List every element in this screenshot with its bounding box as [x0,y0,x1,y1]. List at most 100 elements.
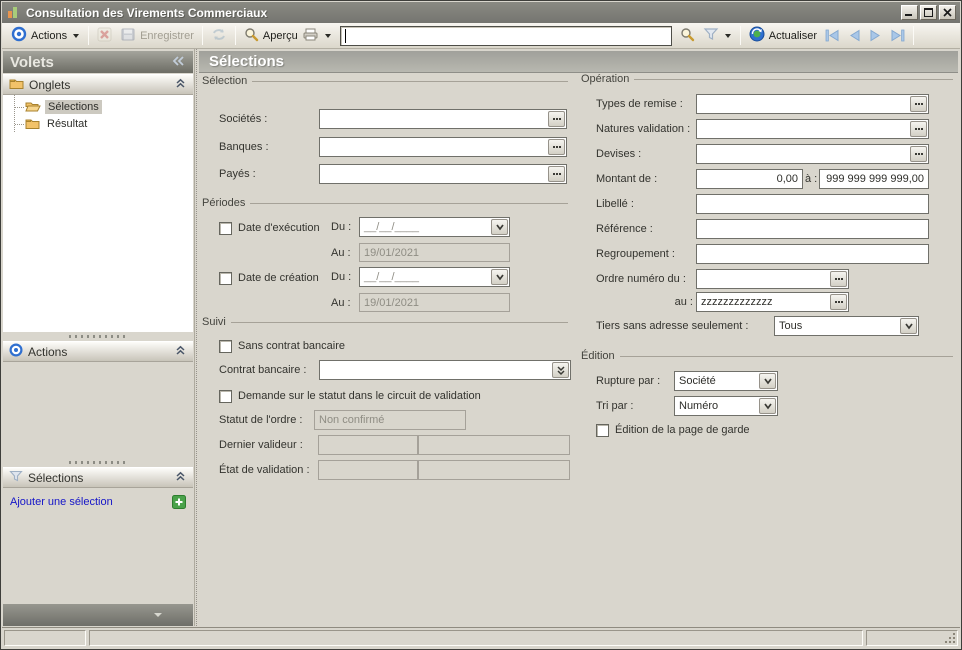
nav-first-button[interactable] [821,27,844,44]
devises-label: Devises : [596,148,642,160]
group-operation: Opération [581,73,953,85]
filter-icon [9,470,23,485]
refresh-button[interactable]: Actualiser [745,24,821,47]
maximize-button[interactable] [920,5,937,20]
ordre-au-label-row: au : [596,292,693,312]
devises-input[interactable] [696,144,929,164]
filter-button[interactable] [699,25,736,46]
libelle-input[interactable] [696,194,929,214]
date-creation-du-combo[interactable]: __/__/____ [359,267,510,287]
date-execution-du-combo[interactable]: __/__/____ [359,217,510,237]
du-label: Du : [331,221,352,233]
sidebar-splitter[interactable] [3,332,193,341]
rupture-combo[interactable]: Société [674,371,778,391]
sans-contrat-checkbox[interactable] [219,339,232,353]
date-creation-checkbox[interactable] [219,271,232,285]
resize-grip[interactable] [944,632,956,644]
ellipsis-icon [552,146,561,148]
ordre-du-input[interactable] [696,269,849,289]
search-button[interactable] [676,25,699,47]
combo-arrow-button[interactable] [900,318,917,334]
group-edition: Édition [581,350,953,362]
dernier-valideur-input-1 [318,435,418,455]
nav-prev-button[interactable] [844,27,865,44]
titlebar: Consultation des Virements Commerciaux [2,2,960,23]
regroupement-input[interactable] [696,244,929,264]
page-garde-checkbox[interactable] [596,423,609,437]
section-header-selections[interactable]: Sélections [3,467,193,488]
natures-browse-button[interactable] [910,121,927,137]
selections-section-label: Sélections [28,470,84,485]
date-execution-row: Date d'exécution [219,218,320,238]
sidebar-splitter[interactable] [3,458,193,467]
demande-statut-checkbox[interactable] [219,389,232,403]
reference-input[interactable] [696,219,929,239]
sync-button[interactable] [207,25,231,47]
combo-double-arrow-button[interactable] [552,362,569,378]
du-label: Du : [331,271,352,283]
devises-browse-button[interactable] [910,146,927,162]
group-line [230,321,568,323]
banques-browse-button[interactable] [548,139,565,155]
preview-label: Aperçu [262,29,298,42]
minimize-button[interactable] [901,5,918,20]
print-dropdown-icon[interactable] [324,30,332,42]
group-operation-label: Opération [581,73,630,85]
types-remise-input[interactable] [696,94,929,114]
tri-row: Tri par : [596,396,634,416]
search-box [339,25,672,46]
double-chevron-down-icon [556,365,565,375]
tiers-combo[interactable]: Tous [774,316,919,336]
page-title: Sélections [199,51,958,73]
types-remise-browse-button[interactable] [910,96,927,112]
search-input[interactable] [340,26,671,45]
ellipsis-icon [914,103,923,105]
banques-input[interactable] [319,137,567,157]
section-header-actions[interactable]: Actions [3,341,193,362]
payes-browse-button[interactable] [548,166,565,182]
collapse-panel-icon[interactable] [171,54,186,71]
combo-arrow-button[interactable] [491,269,508,285]
save-button[interactable]: Enregistrer [116,25,198,47]
contrat-combo[interactable] [319,360,571,380]
tree-item-selections[interactable]: Sélections [25,99,102,115]
collapse-section-icon[interactable] [174,78,187,92]
preview-button[interactable]: Aperçu [240,25,336,47]
tri-combo[interactable]: Numéro [674,396,778,416]
montant-max-input[interactable]: 999 999 999 999,00 [819,169,929,189]
collapse-section-icon[interactable] [174,471,187,485]
au-row: Au : [331,293,351,313]
chevron-down-icon [495,274,504,281]
ordre-du-browse-button[interactable] [830,271,847,287]
combo-arrow-button[interactable] [759,398,776,414]
libelle-label: Libellé : [596,198,634,210]
societes-browse-button[interactable] [548,111,565,127]
date-execution-checkbox[interactable] [219,221,232,235]
ordre-au-browse-button[interactable] [830,294,847,310]
add-selection-link[interactable]: Ajouter une sélection [10,496,113,508]
tree-item-resultat[interactable]: Résultat [25,116,90,132]
section-header-onglets[interactable]: Onglets [3,74,193,95]
ordre-du-row: Ordre numéro du : [596,269,686,289]
montant-min-input[interactable]: 0,00 [696,169,803,189]
combo-arrow-button[interactable] [759,373,776,389]
sidebar-bottom-bar[interactable] [3,604,193,626]
delete-button[interactable] [93,25,116,47]
close-button[interactable] [939,5,956,20]
ordre-au-input[interactable]: zzzzzzzzzzzzz [696,292,849,312]
nav-last-button[interactable] [886,27,909,44]
payes-input[interactable] [319,164,567,184]
add-plus-icon[interactable] [172,495,186,509]
group-edition-label: Édition [581,350,615,362]
filter-dropdown-icon[interactable] [724,30,732,42]
societes-input[interactable] [319,109,567,129]
demande-row: Demande sur le statut dans le circuit de… [219,386,481,406]
panel-splitter[interactable] [196,49,198,626]
actions-menu-button[interactable]: Actions [7,24,84,47]
ordre-du-label: Ordre numéro du : [596,273,686,285]
folder-icon [9,77,24,92]
combo-arrow-button[interactable] [491,219,508,235]
natures-input[interactable] [696,119,929,139]
nav-next-button[interactable] [865,27,886,44]
collapse-section-icon[interactable] [174,345,187,359]
